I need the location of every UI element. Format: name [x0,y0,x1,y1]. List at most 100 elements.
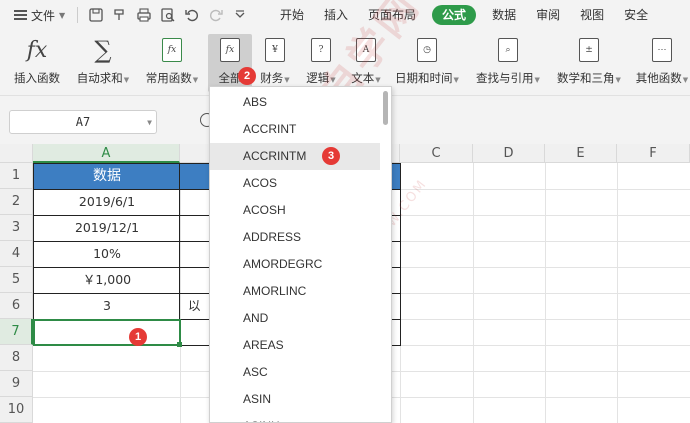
yen-icon: ¥ [262,36,288,64]
step-badge-2: 2 [238,67,256,85]
function-item-accrintm[interactable]: ACCRINTM [210,143,380,170]
column-header-d[interactable]: D [473,144,545,163]
menu-bar: 文件 ▼ 开始 插入 页面布局 公式 数据 审阅 视图 安全 [0,0,690,30]
dropdown-caret-icon: ▼ [534,76,540,84]
text-a-icon: A [353,36,379,64]
cell-a3[interactable]: 2019/12/1 [34,215,180,241]
cell-a5[interactable]: ￥1,000 [34,267,180,293]
finance-button[interactable]: ¥ 财务▼ [255,34,295,92]
row-header-4[interactable]: 4 [0,241,33,267]
text-label: 文本 [351,71,375,85]
cell-a1[interactable]: 数据 [34,164,180,189]
gridline [545,163,546,423]
name-box-value: A7 [75,115,91,129]
function-item-asinh[interactable]: ASINH [210,413,380,422]
dropdown-caret-icon: ▼ [615,76,621,84]
hamburger-icon [14,10,27,20]
row-header-9[interactable]: 9 [0,371,33,397]
insert-function-button[interactable]: fx 插入函数 [8,34,66,92]
tab-review[interactable]: 审阅 [526,0,570,30]
tab-home[interactable]: 开始 [270,0,314,30]
autosum-button[interactable]: ∑ 自动求和▼ [72,34,134,92]
customize-quick-access-icon[interactable] [232,7,248,23]
math-icon: ± [576,36,602,64]
finance-label: 财务 [260,71,284,85]
function-item-accrint[interactable]: ACCRINT [210,116,380,143]
column-header-f[interactable]: F [617,144,690,163]
dropdown-scrollbar[interactable] [383,91,388,125]
cell-a4[interactable]: 10% [34,241,180,267]
file-menu[interactable]: 文件 ▼ [0,0,252,30]
tab-formulas[interactable]: 公式 [432,5,477,25]
function-item-areas[interactable]: AREAS [210,332,380,359]
save-icon[interactable] [88,7,104,23]
function-item-and[interactable]: AND [210,305,380,332]
autosum-label: 自动求和 [76,71,123,85]
fx-icon: fx [26,37,48,63]
row-header-7[interactable]: 7 [0,319,33,345]
function-item-acosh[interactable]: ACOSH [210,197,380,224]
more-functions-icon: ⋯ [649,36,675,64]
datetime-button[interactable]: ◷ 日期和时间▼ [392,34,462,92]
dropdown-caret-icon: ▼ [682,76,689,84]
chevron-down-icon[interactable]: ▼ [147,118,152,127]
tab-security[interactable]: 安全 [614,0,658,30]
function-item-amorlinc[interactable]: AMORLINC [210,278,380,305]
function-item-address[interactable]: ADDRESS [210,224,380,251]
dropdown-caret-icon: ▼ [453,76,459,84]
column-header-c[interactable]: C [400,144,473,163]
text-button[interactable]: A 文本▼ [346,34,386,92]
lookup-button[interactable]: ⌕ 查找与引用▼ [472,34,544,92]
print-preview-icon[interactable] [160,7,176,23]
lookup-label: 查找与引用 [476,71,534,85]
common-functions-button[interactable]: fx 常用函数▼ [140,34,204,92]
row-header-5[interactable]: 5 [0,267,33,293]
logic-label: 逻辑 [306,71,330,85]
active-cell-a7[interactable] [33,319,181,346]
dropdown-caret-icon: ▼ [192,76,199,84]
select-all-corner[interactable] [0,144,33,163]
dropdown-caret-icon: ▼ [284,76,290,84]
tab-page-layout[interactable]: 页面布局 [358,0,426,30]
other-functions-button[interactable]: ⋯ 其他函数▼ [634,34,690,92]
cell-a6[interactable]: 3 [34,293,180,319]
function-item-asin[interactable]: ASIN [210,386,380,413]
format-painter-icon[interactable] [112,7,128,23]
row-header-1[interactable]: 1 [0,163,33,189]
function-item-acos[interactable]: ACOS [210,170,380,197]
gridline [473,163,474,423]
print-icon[interactable] [136,7,152,23]
gridline [400,163,401,423]
function-item-abs[interactable]: ABS [210,89,380,116]
gridline [617,163,618,423]
dropdown-caret-icon: ▼ [375,76,381,84]
undo-icon[interactable] [184,7,200,23]
row-header-8[interactable]: 8 [0,345,33,371]
function-item-asc[interactable]: ASC [210,359,380,386]
tab-insert[interactable]: 插入 [314,0,358,30]
cell-a2[interactable]: 2019/6/1 [34,189,180,215]
column-header-a[interactable]: A [33,144,180,163]
magnifier-icon: ⌕ [495,36,521,64]
column-header-e[interactable]: E [545,144,617,163]
other-functions-label: 其他函数 [635,71,682,85]
question-icon: ? [308,36,334,64]
step-badge-1: 1 [129,328,147,346]
all-functions-dropdown: ABS ACCRINT ACCRINTM ACOS ACOSH ADDRESS … [209,86,392,423]
row-header-10[interactable]: 10 [0,397,33,423]
function-item-amordegrc[interactable]: AMORDEGRC [210,251,380,278]
datetime-label: 日期和时间 [395,71,453,85]
row-header-3[interactable]: 3 [0,215,33,241]
redo-icon[interactable] [208,7,224,23]
row-header-2[interactable]: 2 [0,189,33,215]
ribbon-tabs: 开始 插入 页面布局 公式 数据 审阅 视图 安全 [270,0,658,30]
logic-button[interactable]: ? 逻辑▼ [300,34,342,92]
fill-handle[interactable] [177,342,182,347]
name-box[interactable]: A7 ▼ [9,110,157,134]
tab-data[interactable]: 数据 [482,0,526,30]
chevron-down-icon: ▼ [59,10,66,20]
row-header-6[interactable]: 6 [0,293,33,319]
tab-view[interactable]: 视图 [570,0,614,30]
cell-b6[interactable]: 以 [188,293,208,319]
math-button[interactable]: ± 数学和三角▼ [553,34,625,92]
